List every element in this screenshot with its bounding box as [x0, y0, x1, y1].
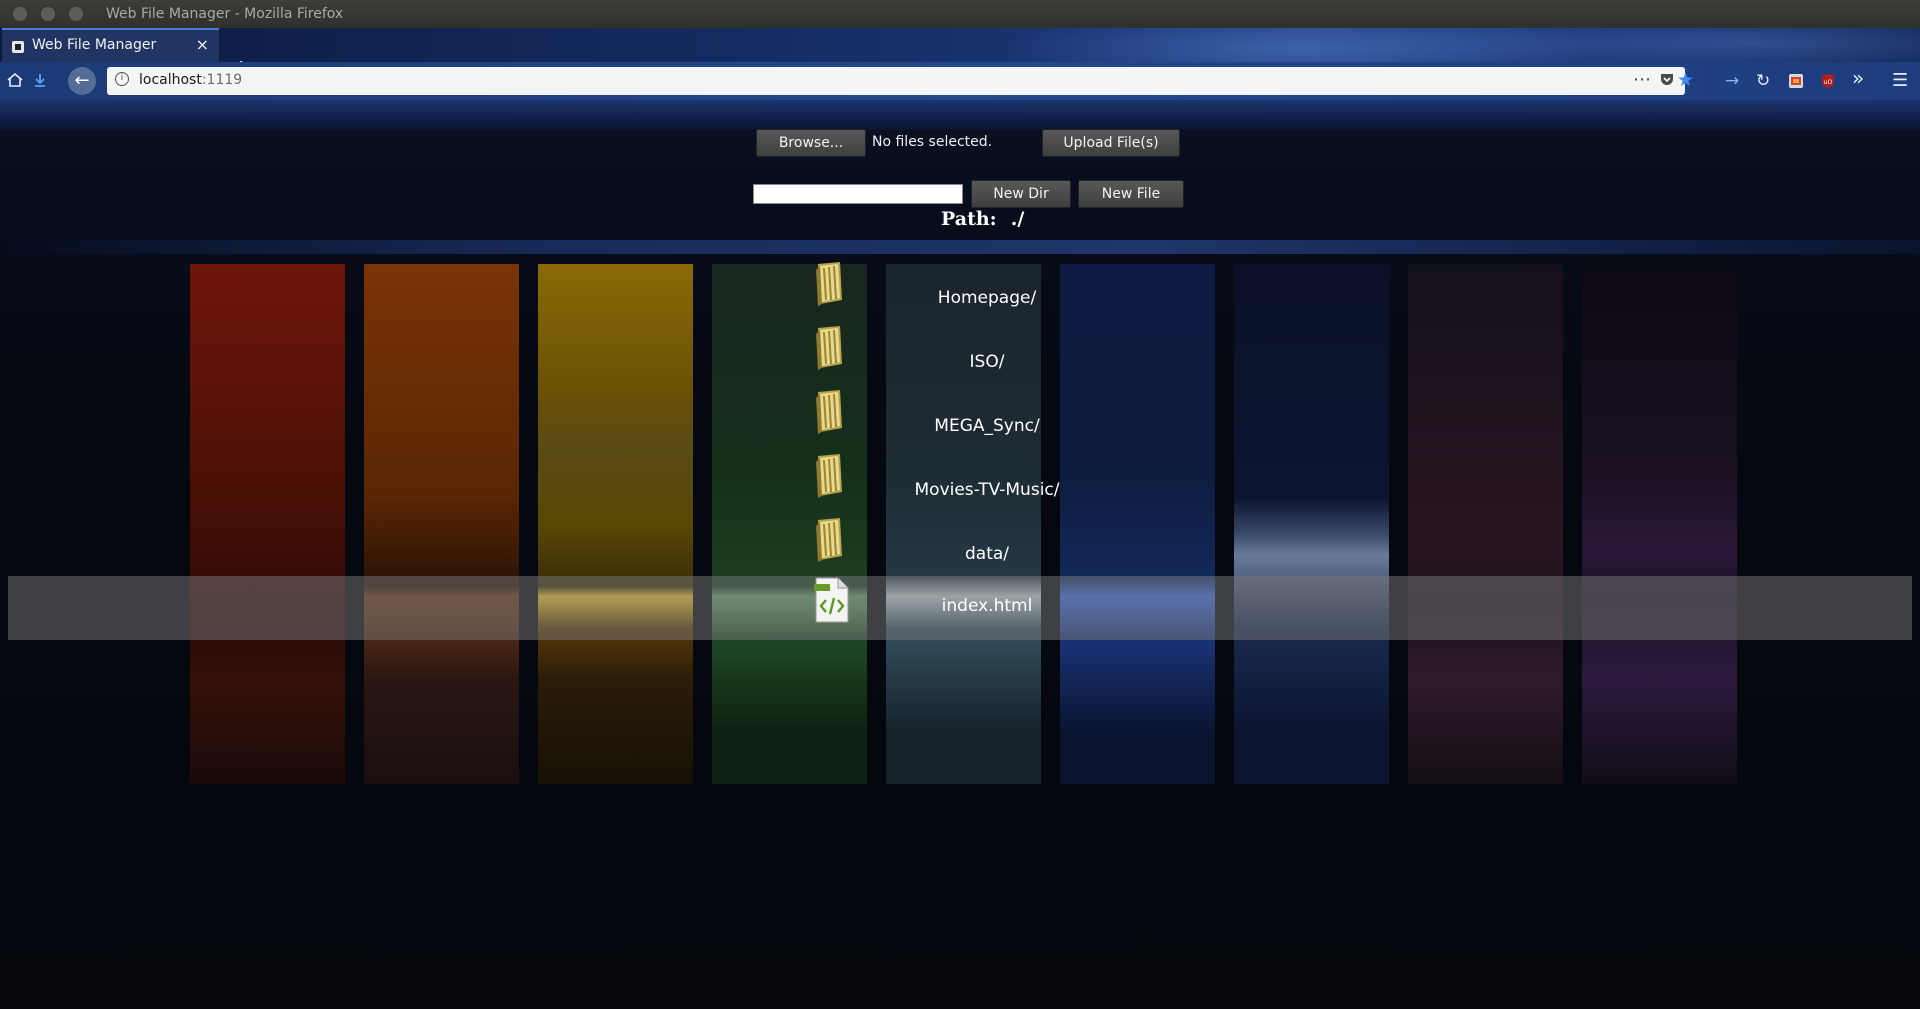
reload-icon[interactable]: ↻	[1756, 72, 1770, 90]
ublock-icon[interactable]: uO	[1820, 73, 1836, 93]
entry-name[interactable]: index.html	[12, 596, 1920, 616]
nav-bar: ← i localhost:1119 ⋯ ★ → ↻ uO » ☰	[0, 62, 1920, 100]
tab-web-file-manager[interactable]: Web File Manager ×	[2, 28, 219, 62]
new-file-button[interactable]: New File	[1078, 180, 1184, 208]
hamburger-menu-icon[interactable]: ☰	[1892, 72, 1908, 90]
upload-files-button[interactable]: Upload File(s)	[1042, 129, 1180, 157]
separator-band	[0, 240, 1920, 254]
entry-name[interactable]: MEGA_Sync/	[12, 416, 1920, 436]
forward-arrow-icon[interactable]: →	[1725, 72, 1739, 90]
window-maximize-button[interactable]	[69, 7, 83, 21]
overflow-chevrons-icon[interactable]: »	[1852, 68, 1864, 88]
entry-name[interactable]: data/	[12, 544, 1920, 564]
url-text[interactable]: localhost:1119	[139, 72, 242, 88]
window-titlebar: Web File Manager - Mozilla Firefox	[0, 0, 1920, 28]
browse-button[interactable]: Browse...	[756, 129, 866, 157]
entry-name[interactable]: Movies-TV-Music/	[12, 480, 1920, 500]
path-display: Path: ./	[941, 208, 1024, 230]
page-content: Browse... No files selected. Upload File…	[0, 100, 1920, 1009]
tab-strip: Web File Manager × +	[0, 28, 1920, 80]
header-band	[0, 100, 1920, 130]
file-list-item[interactable]: MEGA_Sync/	[8, 390, 1912, 460]
file-list-item[interactable]: Movies-TV-Music/	[8, 454, 1912, 524]
path-value: ./	[1010, 208, 1025, 230]
url-port: :1119	[201, 72, 243, 88]
entry-name[interactable]: Homepage/	[12, 288, 1920, 308]
new-dir-button[interactable]: New Dir	[971, 180, 1071, 208]
home-icon[interactable]	[7, 72, 23, 92]
file-list-item-selected[interactable]: index.html	[8, 576, 1912, 640]
window-title: Web File Manager - Mozilla Firefox	[106, 6, 344, 22]
tab-close-icon[interactable]: ×	[196, 35, 209, 54]
window-minimize-button[interactable]	[41, 7, 55, 21]
extension-icon[interactable]	[1788, 73, 1804, 93]
tab-label: Web File Manager	[32, 37, 157, 53]
pocket-icon[interactable]	[1659, 71, 1675, 91]
entry-name[interactable]: ISO/	[12, 352, 1920, 372]
window-close-button[interactable]	[13, 7, 27, 21]
new-name-input[interactable]	[753, 184, 963, 204]
path-label: Path:	[941, 208, 997, 230]
back-button[interactable]: ←	[68, 67, 96, 95]
arrow-left-icon: ←	[74, 70, 90, 91]
file-selection-status: No files selected.	[872, 134, 993, 150]
url-host: localhost	[139, 72, 202, 88]
site-info-icon[interactable]: i	[115, 72, 129, 86]
favicon-icon	[12, 41, 24, 53]
file-list-item[interactable]: Homepage/	[8, 262, 1912, 332]
downloads-icon[interactable]	[32, 72, 48, 92]
file-list-item[interactable]: ISO/	[8, 326, 1912, 396]
bookmark-star-icon[interactable]: ★	[1677, 69, 1694, 91]
svg-text:uO: uO	[1824, 79, 1833, 86]
url-bar[interactable]: i localhost:1119 ⋯ ★	[107, 67, 1694, 95]
page-actions-icon[interactable]: ⋯	[1633, 69, 1652, 90]
